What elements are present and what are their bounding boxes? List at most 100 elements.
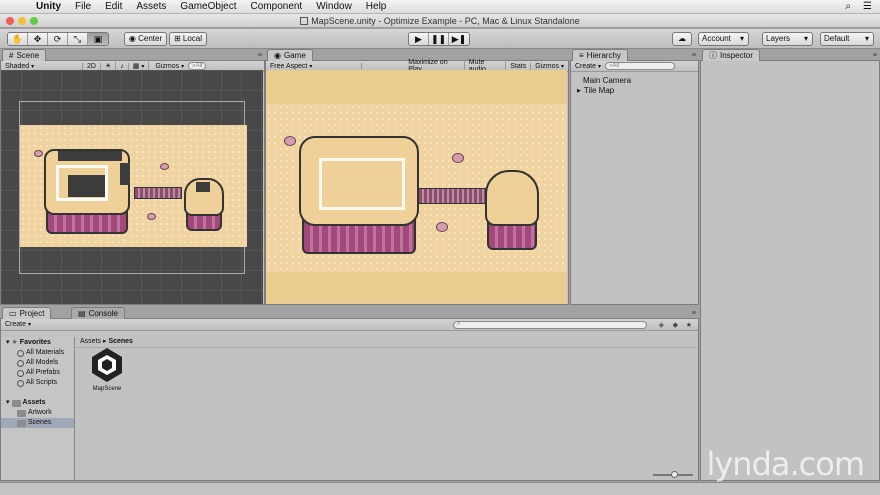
expand-arrow-icon[interactable] — [577, 86, 584, 95]
scene-viewport[interactable] — [1, 70, 263, 304]
layers-dropdown[interactable]: Layers ▾ — [762, 32, 813, 46]
breadcrumb-scenes[interactable]: Scenes — [108, 338, 133, 345]
move-tool-icon[interactable]: ✥ — [28, 33, 48, 45]
tab-hierarchy[interactable]: ≡ Hierarchy — [572, 49, 628, 61]
step-button-icon[interactable]: ▶❚ — [449, 33, 469, 45]
favorite-label: All Models — [26, 359, 59, 366]
hand-tool-icon[interactable]: ✋ — [8, 33, 28, 45]
hierarchy-item-main-camera[interactable]: Main Camera — [577, 76, 692, 86]
rock-sprite — [34, 150, 43, 157]
pivot-center-button[interactable]: ◉ Center — [124, 32, 167, 46]
favorites-header[interactable]: ▾ ★ Favorites — [1, 338, 74, 348]
menu-unity[interactable]: Unity — [36, 1, 61, 12]
tab-inspector[interactable]: ⓘ Inspector — [702, 49, 760, 61]
filter-by-type-icon[interactable]: ◈ — [659, 321, 664, 329]
menu-file[interactable]: File — [75, 1, 91, 12]
filter-by-label-icon[interactable]: ◆ — [673, 321, 678, 329]
panel-menu-icon[interactable]: ≡ — [692, 310, 696, 317]
folder-label: Artwork — [28, 409, 52, 416]
game-tile-map — [266, 104, 567, 272]
audio-toggle-icon[interactable]: ♪ — [120, 62, 129, 70]
tab-scene[interactable]: # Scene — [2, 49, 47, 61]
status-bar — [0, 482, 880, 495]
hierarchy-create-dropdown[interactable]: Create — [575, 63, 601, 70]
stats-toggle[interactable]: Stats — [510, 62, 532, 70]
lighting-toggle-icon[interactable]: ☀ — [105, 62, 117, 70]
menu-help[interactable]: Help — [366, 1, 387, 12]
close-window-button[interactable] — [6, 17, 14, 25]
shading-mode-dropdown[interactable]: Shaded — [5, 62, 83, 70]
menu-gameobject[interactable]: GameObject — [180, 1, 236, 12]
2d-mode-toggle[interactable]: 2D — [87, 62, 101, 70]
favorite-all-materials[interactable]: All Materials — [1, 348, 74, 358]
tab-console[interactable]: ▤ Console — [71, 307, 125, 319]
cloud-services-button[interactable]: ☁ — [672, 32, 692, 46]
breadcrumb-assets[interactable]: Assets — [80, 338, 101, 345]
panel-menu-icon[interactable]: ≡ — [873, 52, 877, 59]
expand-arrow-icon[interactable]: ▾ — [6, 398, 10, 408]
effects-dropdown-icon[interactable]: ▦ — [133, 62, 150, 70]
layout-dropdown[interactable]: Default ▾ — [820, 32, 874, 46]
minimize-window-button[interactable] — [18, 17, 26, 25]
project-search-input[interactable]: ⌕ — [453, 320, 647, 329]
menu-edit[interactable]: Edit — [105, 1, 122, 12]
inspector-tab-label: Inspector — [720, 51, 753, 60]
play-button-icon[interactable]: ▶ — [409, 33, 429, 45]
star-icon: ★ — [11, 339, 18, 346]
tab-project[interactable]: ▭ Project — [2, 307, 52, 319]
folder-scenes[interactable]: Scenes — [1, 418, 74, 428]
scene-search-placeholder: All — [195, 62, 203, 69]
slider-handle[interactable] — [671, 471, 678, 478]
bridge-tiles — [418, 188, 486, 204]
gizmos-dropdown[interactable]: Gizmos — [155, 63, 184, 70]
rotate-tool-icon[interactable]: ⟳ — [48, 33, 68, 45]
project-create-dropdown[interactable]: Create — [5, 321, 31, 328]
aspect-dropdown[interactable]: Free Aspect — [270, 62, 363, 70]
expand-arrow-icon[interactable]: ▾ — [6, 338, 10, 348]
menu-component[interactable]: Component — [251, 1, 303, 12]
shadow-tiles — [58, 151, 122, 161]
window-controls — [6, 17, 38, 25]
panel-menu-icon[interactable]: ≡ — [692, 52, 696, 59]
play-controls: ▶ ❚❚ ▶❚ — [408, 32, 470, 46]
small-island — [485, 170, 539, 226]
scene-search-input[interactable]: ⌕ All — [188, 62, 207, 70]
search-icon — [17, 349, 24, 357]
panel-menu-icon[interactable]: ≡ — [258, 52, 262, 59]
assets-header[interactable]: ▾ Assets — [1, 398, 74, 408]
project-tab-label: Project — [19, 309, 45, 318]
hierarchy-tab-label: Hierarchy — [586, 51, 621, 60]
space-label: Local — [182, 34, 203, 43]
spotlight-search-icon[interactable]: ⌕ — [845, 1, 851, 12]
favorite-all-models[interactable]: All Models — [1, 358, 74, 368]
favorite-all-scripts[interactable]: All Scripts — [1, 378, 74, 388]
rect-tool-icon[interactable]: ▣ — [88, 33, 108, 45]
hierarchy-icon: ≡ — [579, 51, 584, 60]
menu-window[interactable]: Window — [316, 1, 352, 12]
save-search-star-icon[interactable]: ★ — [686, 321, 692, 329]
asset-label: MapScene — [92, 386, 122, 392]
account-dropdown[interactable]: Account ▾ — [698, 32, 749, 46]
menu-assets[interactable]: Assets — [136, 1, 166, 12]
lynda-watermark: lynda.com — [706, 445, 865, 483]
hierarchy-toolbar: Create ⌕All — [571, 61, 698, 72]
zoom-window-button[interactable] — [30, 17, 38, 25]
folder-artwork[interactable]: Artwork — [1, 408, 74, 418]
notification-list-icon[interactable]: ☰ — [863, 1, 872, 12]
rock-sprite — [436, 222, 448, 232]
asset-mapscene[interactable]: MapScene — [88, 346, 126, 392]
hierarchy-search-input[interactable]: ⌕ All — [605, 62, 676, 70]
tile-map-preview — [20, 125, 247, 247]
chevron-down-icon: ▾ — [803, 34, 808, 43]
icon-size-slider[interactable] — [653, 471, 693, 478]
main-toolbar: ✋ ✥ ⟳ ⤡ ▣ ◉ Center ⊞ Local ▶ ❚❚ ▶❚ ☁ Acc… — [0, 29, 880, 49]
hierarchy-item-label: Tile Map — [583, 86, 615, 95]
tab-game[interactable]: ◉ Game — [267, 49, 313, 61]
space-local-button[interactable]: ⊞ Local — [169, 32, 207, 46]
game-viewport[interactable] — [266, 70, 567, 304]
pause-button-icon[interactable]: ❚❚ — [429, 33, 449, 45]
favorite-all-prefabs[interactable]: All Prefabs — [1, 368, 74, 378]
scale-tool-icon[interactable]: ⤡ — [68, 33, 88, 45]
hierarchy-item-tile-map[interactable]: Tile Map — [577, 86, 692, 96]
game-gizmos-dropdown[interactable]: Gizmos — [535, 63, 564, 70]
